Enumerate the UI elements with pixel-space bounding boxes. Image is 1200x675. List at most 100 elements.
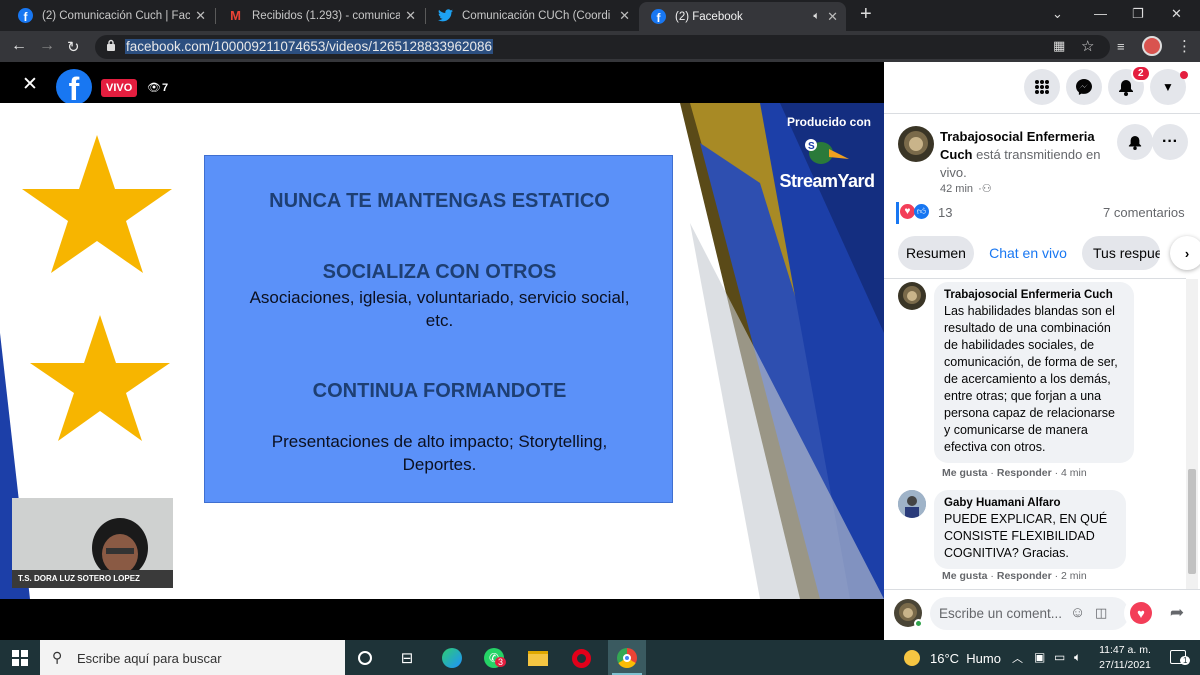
comment-author[interactable]: Trabajosocial Enfermeria Cuch — [944, 289, 1124, 301]
scrollbar-track[interactable] — [1186, 279, 1198, 589]
clock-date: 27/11/2021 — [1099, 659, 1151, 671]
weather-icon[interactable] — [904, 650, 920, 666]
forward-arrow-icon[interactable]: → — [39, 37, 55, 55]
comment-author[interactable]: Gaby Huamani Alfaro — [944, 497, 1116, 509]
browser-tab-2[interactable]: M Recibidos (1.293) - comunicacion ✕ — [216, 0, 424, 31]
comment-bubble: Gaby Huamani Alfaro PUEDE EXPLICAR, EN Q… — [934, 490, 1126, 569]
post-time-text[interactable]: 42 min — [940, 183, 973, 195]
file-explorer-icon[interactable] — [527, 647, 549, 669]
like-link[interactable]: Me gusta — [942, 570, 988, 582]
facebook-logo-icon[interactable]: f — [56, 69, 92, 105]
reply-link[interactable]: Responder — [997, 467, 1052, 479]
twitter-icon — [438, 8, 453, 23]
weather-text[interactable]: 16°C Humo — [930, 651, 1001, 666]
like-link[interactable]: Me gusta — [942, 467, 988, 479]
bookmark-star-icon[interactable]: ☆ — [1081, 37, 1094, 55]
comment-input-placeholder: Escribe un coment... — [939, 606, 1063, 621]
chrome-icon[interactable] — [608, 640, 646, 675]
viewer-count: 7 — [162, 82, 169, 94]
share-button[interactable]: ➦ — [1160, 596, 1194, 630]
close-icon[interactable]: ✕ — [22, 73, 38, 96]
heart-icon: ♥ — [1130, 602, 1152, 624]
clock[interactable]: 11:47 a. m. 27/11/2021 — [1095, 643, 1155, 673]
browser-tab-3[interactable]: Comunicación CUCh (Coordinación ✕ — [426, 0, 638, 31]
new-tab-button[interactable]: + — [860, 3, 872, 26]
chevron-right-icon: › — [1184, 245, 1190, 261]
scrollbar-thumb[interactable] — [1188, 469, 1196, 574]
slide-line-3b: etc. — [425, 311, 454, 330]
slide-content-box: NUNCA TE MANTENGAS ESTATICO SOCIALIZA CO… — [204, 155, 673, 503]
comment-count[interactable]: 7 comentarios — [1103, 205, 1185, 220]
video-footer — [0, 599, 884, 640]
gmail-icon: M — [230, 8, 241, 23]
browser-toolbar: ← → ↻ facebook.com/100009211074653/video… — [0, 31, 1200, 62]
address-bar[interactable]: facebook.com/100009211074653/videos/1265… — [95, 35, 1110, 59]
messenger-button[interactable] — [1066, 69, 1102, 105]
audience-icon: ·⚇ — [978, 183, 992, 195]
close-tab-icon[interactable]: ✕ — [619, 8, 630, 24]
subscribe-notifications-button[interactable] — [1117, 124, 1153, 160]
volume-icon[interactable]: 🔈︎ — [1074, 650, 1081, 665]
back-arrow-icon[interactable]: ← — [11, 37, 27, 55]
more-options-button[interactable]: ··· — [1152, 124, 1188, 160]
close-tab-icon[interactable]: ✕ — [827, 9, 838, 25]
minimize-button[interactable]: — — [1094, 6, 1107, 21]
system-tray-icon[interactable]: ▣ — [1034, 650, 1045, 664]
browser-tab-4[interactable]: f (2) Facebook 🔈︎ ✕ — [639, 2, 846, 31]
speaker-icon[interactable]: 🔈︎ — [813, 10, 820, 23]
task-view-icon[interactable]: ⊟ — [396, 647, 418, 669]
clock-time: 11:47 a. m. — [1099, 644, 1151, 656]
reply-link[interactable]: Responder — [997, 570, 1052, 582]
menu-grid-button[interactable] — [1024, 69, 1060, 105]
windows-start-icon[interactable] — [12, 650, 28, 666]
close-tab-icon[interactable]: ✕ — [195, 8, 206, 24]
tab-search-icon[interactable]: ⌄ — [1052, 6, 1063, 22]
tab-your-replies[interactable]: Tus respuesta — [1082, 236, 1160, 270]
comment-input[interactable]: Escribe un coment... ☺ ◫ — [930, 597, 1129, 630]
lock-icon[interactable] — [106, 39, 116, 54]
edge-icon[interactable] — [441, 647, 463, 669]
browser-tab-1[interactable]: f (2) Comunicación Cuch | Facebook ✕ — [6, 0, 214, 31]
close-window-button[interactable]: ✕ — [1171, 6, 1182, 22]
battery-icon[interactable]: ▭ — [1054, 650, 1065, 664]
reaction-count[interactable]: 13 — [938, 205, 952, 220]
comment-avatar-image — [898, 490, 926, 518]
comment-text: PUEDE EXPLICAR, EN QUÉ CONSISTE FLEXIBIL… — [944, 512, 1108, 560]
composer-divider — [884, 589, 1200, 590]
love-button[interactable]: ♥ — [1124, 596, 1158, 630]
qr-code-icon[interactable]: ▦ — [1053, 38, 1065, 54]
comment-bubble: Trabajosocial Enfermeria Cuch Las habili… — [934, 282, 1134, 463]
streamyard-brand: StreamYard — [779, 171, 875, 191]
comment-avatar[interactable] — [898, 282, 926, 310]
svg-text:S: S — [808, 141, 815, 152]
emoji-icon[interactable]: ☺ — [1070, 604, 1085, 621]
opera-icon[interactable] — [570, 647, 592, 669]
facebook-icon: f — [18, 8, 33, 23]
menu-icon[interactable]: ⋮ — [1177, 37, 1192, 55]
tab-summary[interactable]: Resumen — [898, 236, 974, 270]
close-tab-icon[interactable]: ✕ — [405, 8, 416, 24]
caret-down-icon: ▼ — [1162, 80, 1174, 94]
cortana-icon[interactable] — [354, 647, 376, 669]
whatsapp-badge: 3 — [495, 657, 507, 667]
media-control-icon[interactable]: ≡ — [1117, 39, 1125, 54]
chevron-up-icon[interactable]: ︿ — [1012, 650, 1023, 666]
comment-avatar[interactable] — [898, 490, 926, 518]
reload-icon[interactable]: ↻ — [67, 38, 80, 56]
taskbar-search[interactable]: ⚲ Escribe aquí para buscar — [40, 640, 345, 675]
tab-live-chat[interactable]: Chat en vivo — [980, 236, 1076, 270]
online-status-dot — [914, 619, 923, 628]
url-text[interactable]: facebook.com/100009211074653/videos/1265… — [125, 39, 494, 54]
comment-time[interactable]: 2 min — [1061, 570, 1087, 582]
comment-time[interactable]: 4 min — [1061, 467, 1087, 479]
star-icon — [22, 135, 172, 273]
sticker-icon[interactable]: ◫ — [1095, 605, 1107, 621]
slide-line-2: SOCIALIZA CON OTROS — [322, 261, 557, 283]
profile-avatar[interactable] — [1142, 36, 1162, 56]
maximize-button[interactable]: ❐ — [1132, 6, 1144, 22]
header-divider — [884, 113, 1200, 114]
page-avatar[interactable] — [898, 126, 934, 162]
windows-taskbar: ⚲ Escribe aquí para buscar ⊟ ✆ 3 16°C Hu… — [0, 640, 1200, 675]
video-player[interactable]: Producido con S StreamYard NUNCA TE MANT… — [0, 103, 884, 599]
tabs-next-button[interactable]: › — [1170, 236, 1200, 270]
